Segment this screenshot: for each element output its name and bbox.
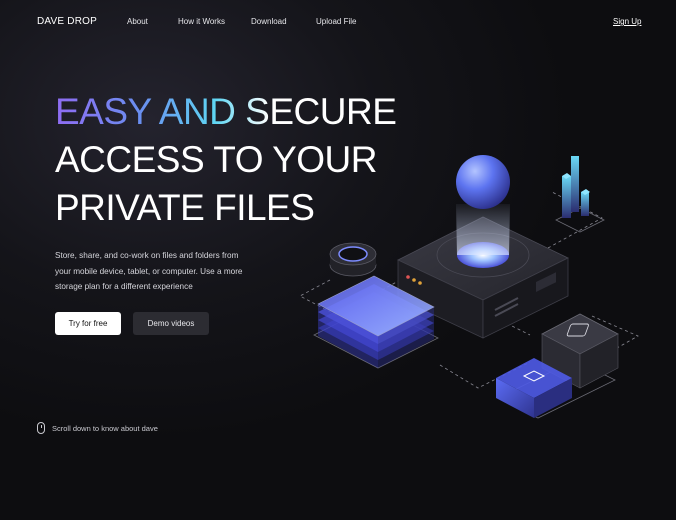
nav-link-download[interactable]: Download [251,17,287,26]
nav-link-upload-file[interactable]: Upload File [316,17,356,26]
nav-link-about[interactable]: About [127,17,148,26]
secure-cubes [496,313,619,419]
hero-illustration [299,155,639,419]
logo[interactable]: DAVE DROP [37,16,97,27]
hero-title-line-1-rest: ECURE [269,91,397,132]
mouse-icon [37,422,45,434]
hero-title-gradient: EASY AND S [55,91,270,132]
demo-videos-button[interactable]: Demo videos [133,312,209,335]
scroll-hint-text: Scroll down to know about dave [52,423,158,433]
hero-title-line-1: EASY AND SECURE [55,88,415,136]
try-for-free-button[interactable]: Try for free [55,312,121,335]
top-navigation: DAVE DROP About How it Works Download Up… [0,0,676,44]
sign-up-link[interactable]: Sign Up [613,17,641,26]
speaker-device [329,242,377,277]
scroll-hint[interactable]: Scroll down to know about dave [37,422,158,434]
nav-link-how-it-works[interactable]: How it Works [178,17,225,26]
hero-description: Store, share, and co-work on files and f… [55,251,243,291]
